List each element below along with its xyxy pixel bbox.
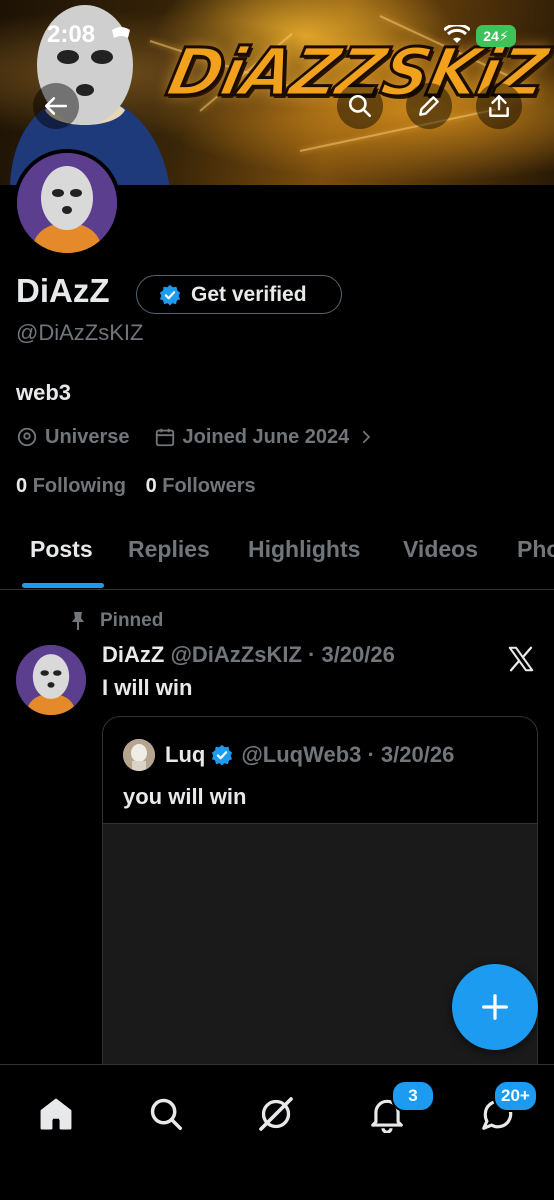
tab-posts[interactable]: Posts (30, 536, 93, 563)
messages-badge: 20+ (493, 1080, 538, 1112)
calendar-icon (155, 428, 174, 447)
tab-highlights[interactable]: Highlights (248, 536, 360, 563)
profile-avatar[interactable] (13, 149, 121, 257)
nav-grok[interactable] (251, 1089, 301, 1139)
status-time: 2:08 (47, 21, 96, 48)
pinned-text: Pinned (100, 610, 164, 631)
avatar-image (123, 739, 155, 771)
quoted-post-text: you will win (123, 784, 247, 809)
nav-home[interactable] (31, 1089, 81, 1139)
get-verified-button[interactable]: Get verified (136, 275, 342, 314)
notifications-badge: 3 (391, 1080, 435, 1112)
post-author-avatar[interactable] (16, 645, 86, 715)
quoted-author-name: Luq (165, 742, 206, 767)
profile-handle: @DiAzZsKIZ (16, 320, 144, 345)
quoted-author-handle-date: @LuqWeb3 · 3/20/26 (241, 742, 455, 767)
nav-search[interactable] (141, 1089, 191, 1139)
quoted-author-avatar (123, 739, 155, 771)
focus-mode-icon (112, 27, 130, 38)
edit-profile-button[interactable] (406, 83, 452, 129)
share-icon (489, 95, 509, 117)
post-author-name[interactable]: DiAzZ (102, 642, 164, 667)
pin-icon (72, 612, 84, 630)
followers-count: 0 (145, 475, 157, 497)
verified-badge-icon (159, 284, 181, 306)
post-text: I will win (102, 675, 193, 700)
battery-indicator: 24⚡ (476, 25, 516, 47)
home-icon (40, 1098, 72, 1130)
avatar-image (16, 645, 86, 715)
tab-photos[interactable]: Photos (517, 536, 554, 563)
status-bar: 2:08 24⚡ (0, 18, 554, 54)
profile-display-name: DiAzZ (16, 272, 110, 309)
grok-icon (259, 1097, 293, 1131)
post-author-handle-date: @DiAzZsKIZ · 3/20/26 (170, 642, 395, 667)
profile-meta: Universe Joined June 2024 (16, 424, 382, 450)
verified-badge-icon (212, 744, 233, 766)
search-icon (150, 1098, 182, 1130)
get-verified-label: Get verified (191, 282, 307, 306)
share-profile-button[interactable] (476, 83, 522, 129)
plus-icon (482, 994, 508, 1020)
pencil-icon (419, 96, 439, 116)
active-tab-indicator (22, 583, 104, 588)
search-icon (348, 94, 372, 118)
profile-tabs: Posts Replies Highlights Videos Photos (0, 534, 554, 590)
tab-videos[interactable]: Videos (403, 536, 478, 563)
following-link[interactable]: 0 Following (16, 475, 126, 497)
profile-joined-date: Joined June 2024 (182, 425, 350, 448)
follow-stats: 0 Following 0 Followers (16, 475, 256, 498)
post-header: DiAzZ @DiAzZsKIZ · 3/20/26 (102, 642, 395, 668)
battery-level: 24 (483, 28, 499, 44)
followers-link[interactable]: 0 Followers (146, 475, 256, 497)
tab-replies[interactable]: Replies (128, 536, 210, 563)
pinned-label: Pinned (70, 610, 163, 632)
arrow-left-icon (44, 97, 68, 115)
back-button[interactable] (33, 83, 79, 129)
avatar-image (17, 153, 117, 253)
profile-location: Universe (45, 425, 130, 448)
profile-bio: web3 (16, 380, 72, 405)
quoted-post[interactable]: Luq @LuqWeb3 · 3/20/26 you will win (102, 716, 538, 1116)
quoted-post-header: Luq @LuqWeb3 · 3/20/26 (123, 739, 454, 771)
followers-label: Followers (162, 475, 256, 497)
location-icon (17, 427, 37, 447)
wifi-icon (444, 25, 470, 43)
compose-post-button[interactable] (452, 964, 538, 1050)
following-label: Following (32, 475, 126, 497)
following-count: 0 (16, 475, 28, 497)
search-profile-button[interactable] (337, 83, 383, 129)
x-logo-icon[interactable] (506, 644, 536, 674)
chevron-right-icon[interactable] (357, 428, 375, 446)
bottom-navigation: 3 20+ (0, 1064, 554, 1200)
